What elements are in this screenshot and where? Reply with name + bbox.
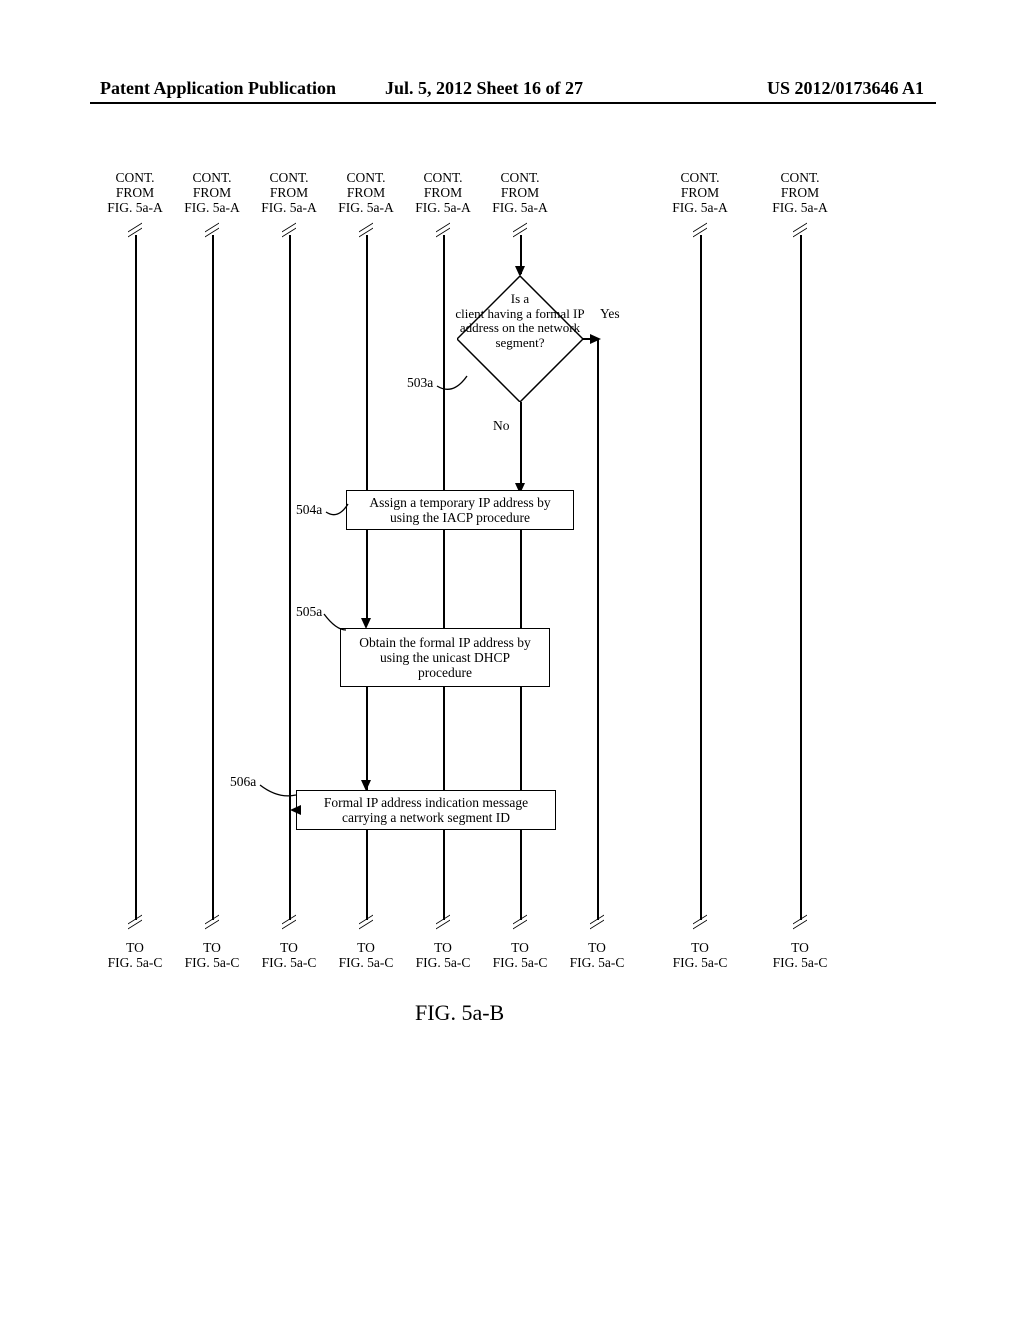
- lane-line: [366, 530, 368, 618]
- lane-line: [443, 235, 445, 490]
- lane-line: [520, 830, 522, 925]
- lane-line: [597, 338, 599, 925]
- cont-from-label: CONT.FROMFIG. 5a-A: [668, 170, 732, 215]
- step-504a: Assign a temporary IP address byusing th…: [346, 490, 574, 530]
- break-icon: [128, 920, 142, 930]
- ref-506a: 506a: [230, 774, 256, 790]
- break-icon: [205, 920, 219, 930]
- cont-from-label: CONT.FROMFIG. 5a-A: [257, 170, 321, 215]
- break-icon: [513, 920, 527, 930]
- ref-503a: 503a: [407, 375, 433, 391]
- lane-line: [520, 402, 522, 483]
- arrow-left-icon: [290, 805, 301, 815]
- to-label: TOFIG. 5a-C: [103, 940, 167, 970]
- cont-from-label: CONT.FROMFIG. 5a-A: [488, 170, 552, 215]
- break-icon: [436, 920, 450, 930]
- lane-line: [443, 687, 445, 790]
- ref-504a: 504a: [296, 502, 322, 518]
- lane-line: [443, 530, 445, 628]
- lane-line: [443, 830, 445, 925]
- ref-505a: 505a: [296, 604, 322, 620]
- cont-from-label: CONT.FROMFIG. 5a-A: [334, 170, 398, 215]
- break-icon: [359, 920, 373, 930]
- edge-label-yes: Yes: [600, 306, 620, 322]
- to-label: TOFIG. 5a-C: [257, 940, 321, 970]
- header-right: US 2012/0173646 A1: [767, 78, 924, 99]
- step-506a: Formal IP address indication messagecarr…: [296, 790, 556, 830]
- cont-from-label: CONT.FROMFIG. 5a-A: [411, 170, 475, 215]
- break-icon: [693, 920, 707, 930]
- figure-caption: FIG. 5a-B: [415, 1000, 504, 1026]
- cont-from-label: CONT.FROMFIG. 5a-A: [103, 170, 167, 215]
- break-icon: [793, 920, 807, 930]
- to-label: TOFIG. 5a-C: [668, 940, 732, 970]
- decision-503a: Is a client having a formal IP address o…: [457, 276, 583, 402]
- lane-line: [800, 235, 802, 925]
- step-505a: Obtain the formal IP address byusing the…: [340, 628, 550, 687]
- to-label: TOFIG. 5a-C: [180, 940, 244, 970]
- header-rule: [90, 102, 936, 104]
- lane-line: [289, 235, 291, 925]
- to-label: TOFIG. 5a-C: [565, 940, 629, 970]
- lane-line: [366, 687, 368, 790]
- to-label: TOFIG. 5a-C: [334, 940, 398, 970]
- lane-line: [366, 830, 368, 925]
- arrow-right-icon: [590, 334, 601, 344]
- to-label: TOFIG. 5a-C: [411, 940, 475, 970]
- lane-line: [366, 235, 368, 490]
- to-label: TOFIG. 5a-C: [488, 940, 552, 970]
- header-mid: Jul. 5, 2012 Sheet 16 of 27: [385, 78, 583, 99]
- cont-from-label: CONT.FROMFIG. 5a-A: [180, 170, 244, 215]
- cont-from-label: CONT.FROMFIG. 5a-A: [768, 170, 832, 215]
- header-left: Patent Application Publication: [100, 78, 336, 99]
- arrow-down-icon: [361, 780, 371, 791]
- break-icon: [282, 920, 296, 930]
- to-label: TOFIG. 5a-C: [768, 940, 832, 970]
- lane-line: [135, 235, 137, 925]
- figure-canvas: CONT.FROMFIG. 5a-A CONT.FROMFIG. 5a-A CO…: [0, 170, 1024, 1220]
- edge-label-no: No: [493, 418, 510, 434]
- lane-line: [212, 235, 214, 925]
- lane-line: [700, 235, 702, 925]
- break-icon: [590, 920, 604, 930]
